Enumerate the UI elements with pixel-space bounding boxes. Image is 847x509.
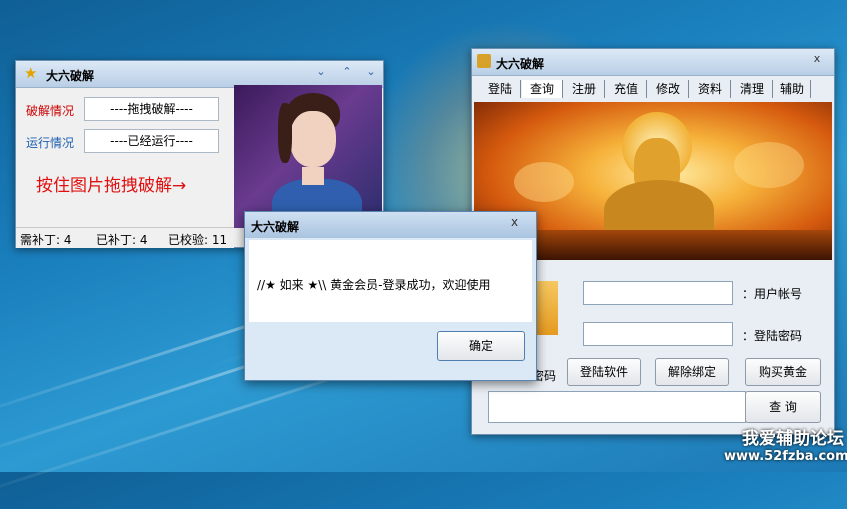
chevron-down-icon[interactable]: ⌄	[312, 65, 330, 81]
tab-assist[interactable]: 辅助	[774, 80, 811, 98]
query-button[interactable]: 查 询	[745, 391, 821, 423]
cracker-status-bar: 需补丁: 4 已补丁: 4 已校验: 11	[16, 227, 234, 248]
ok-button[interactable]: 确定	[437, 331, 525, 361]
cracker-title: 大六破解	[46, 69, 95, 83]
login-software-button[interactable]: 登陆软件	[567, 358, 641, 386]
login-title-bar[interactable]: 大六破解 x	[472, 49, 834, 76]
crack-status-label: 破解情况	[26, 104, 75, 118]
close-icon[interactable]: x	[808, 52, 826, 68]
patch-needed: 需补丁: 4	[20, 233, 72, 247]
login-title: 大六破解	[496, 57, 545, 71]
user-account-label: ：用户帐号	[742, 287, 803, 301]
login-success-dialog: 大六破解 x //★ 如来 ★\\ 黄金会员-登录成功，欢迎使用 确定	[244, 211, 537, 381]
chevron-down-icon[interactable]: ⌄	[362, 65, 380, 81]
login-password-label: ：登陆密码	[742, 329, 803, 343]
tab-modify[interactable]: 修改	[648, 80, 689, 98]
tab-clean[interactable]: 清理	[732, 80, 773, 98]
star-icon: ★	[24, 64, 38, 82]
drag-photo[interactable]	[234, 85, 382, 228]
user-account-input[interactable]	[583, 281, 733, 305]
buy-gold-button[interactable]: 购买黄金	[745, 358, 821, 386]
run-status-label: 运行情况	[26, 136, 75, 150]
cracker-title-bar[interactable]: ★ 大六破解 ⌄ ⌃ ⌄	[16, 61, 383, 88]
tab-bar: 登陆 查询 注册 充值 修改 资料 清理 辅助	[476, 80, 811, 98]
watermark-line1: 我爱辅助论坛	[742, 429, 844, 449]
dialog-message: //★ 如来 ★\\ 黄金会员-登录成功，欢迎使用	[257, 278, 491, 292]
login-password-input[interactable]	[583, 322, 733, 346]
run-status-field: ----已经运行----	[84, 129, 219, 153]
avatar-image	[534, 281, 558, 335]
unbind-button[interactable]: 解除绑定	[655, 358, 729, 386]
dialog-close-icon[interactable]: x	[511, 215, 518, 229]
dialog-title: 大六破解	[251, 220, 300, 234]
tab-profile[interactable]: 资料	[690, 80, 731, 98]
tab-recharge[interactable]: 充值	[606, 80, 647, 98]
query-input[interactable]	[488, 391, 746, 423]
verified-count: 已校验: 11	[168, 233, 228, 247]
chevron-up-icon[interactable]: ⌃	[338, 65, 356, 81]
tab-register[interactable]: 注册	[564, 80, 605, 98]
patch-done: 已补丁: 4	[96, 233, 148, 247]
watermark: 我爱辅助论坛 www.52fzba.com	[724, 424, 847, 464]
watermark-line2: www.52fzba.com	[724, 449, 847, 464]
dialog-body: //★ 如来 ★\\ 黄金会员-登录成功，欢迎使用	[249, 240, 532, 322]
drag-hint: 按住图片拖拽破解→	[36, 176, 187, 196]
tab-login[interactable]: 登陆	[480, 80, 521, 98]
dialog-title-bar[interactable]: 大六破解 x	[245, 212, 536, 238]
buddha-icon	[477, 54, 491, 68]
crack-status-field: ----拖拽破解----	[84, 97, 219, 121]
tab-query[interactable]: 查询	[522, 80, 563, 98]
